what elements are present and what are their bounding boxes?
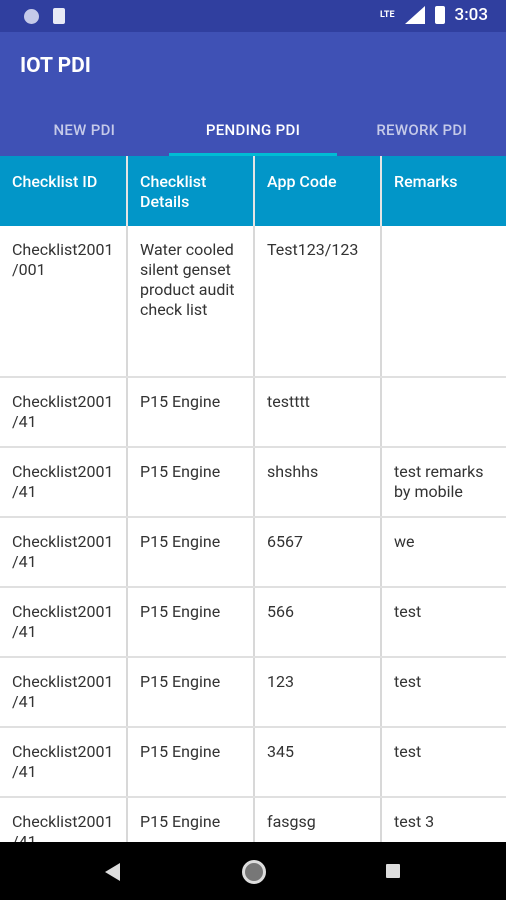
sd-card-icon — [53, 8, 65, 24]
table-row[interactable]: Checklist2001/41 P15 Engine testttt — [0, 377, 506, 448]
cell-checklist-id: Checklist2001/41 — [0, 587, 128, 658]
header-remarks: Remarks — [381, 156, 506, 226]
cell-remarks — [381, 226, 506, 378]
cell-checklist-id: Checklist2001/41 — [0, 447, 128, 518]
app-title: IOT PDI — [20, 54, 91, 78]
home-icon[interactable] — [242, 860, 266, 884]
header-checklist-details: Checklist Details — [127, 156, 255, 226]
table-row[interactable]: Checklist2001/001 Water cooled silent ge… — [0, 226, 506, 378]
cell-remarks: test 3 — [381, 797, 506, 842]
cell-app-code: testttt — [254, 377, 382, 448]
cell-checklist-details: Water cooled silent genset product audit… — [127, 226, 255, 378]
status-bar: LTE 3:03 — [0, 0, 506, 32]
cell-app-code: shshhs — [254, 447, 382, 518]
pdi-table: Checklist ID Checklist Details App Code … — [0, 156, 506, 842]
cell-remarks: test remarks by mobile — [381, 447, 506, 518]
notification-circle-icon — [24, 8, 39, 24]
recent-apps-icon[interactable] — [386, 864, 400, 878]
cell-remarks — [381, 377, 506, 448]
table-row[interactable]: Checklist2001/41 P15 Engine shshhs test … — [0, 447, 506, 518]
table-row[interactable]: Checklist2001/41 P15 Engine 566 test — [0, 587, 506, 658]
table-header-row: Checklist ID Checklist Details App Code … — [0, 156, 506, 226]
cell-remarks: test — [381, 727, 506, 798]
cell-checklist-id: Checklist2001/41 — [0, 657, 128, 728]
tab-pending-pdi[interactable]: PENDING PDI — [168, 104, 338, 156]
signal-icon — [404, 6, 425, 24]
header-checklist-id: Checklist ID — [0, 156, 128, 226]
cell-checklist-details: P15 Engine — [127, 587, 255, 658]
cell-checklist-details: P15 Engine — [127, 797, 255, 842]
clock: 3:03 — [454, 5, 488, 25]
battery-icon — [434, 6, 445, 24]
cell-app-code: fasgsg — [254, 797, 382, 842]
cell-checklist-details: P15 Engine — [127, 657, 255, 728]
cell-checklist-details: P15 Engine — [127, 727, 255, 798]
cell-checklist-details: P15 Engine — [127, 377, 255, 448]
cell-checklist-id: Checklist2001/41 — [0, 517, 128, 588]
cell-remarks: test — [381, 587, 506, 658]
navigation-bar — [0, 842, 506, 900]
cell-checklist-id: Checklist2001/41 — [0, 377, 128, 448]
cell-app-code: 6567 — [254, 517, 382, 588]
back-icon[interactable] — [105, 863, 120, 881]
cell-remarks: test — [381, 657, 506, 728]
app-bar: IOT PDI NEW PDI PENDING PDI REWORK PDI — [0, 32, 506, 156]
pdi-table-container[interactable]: Checklist ID Checklist Details App Code … — [0, 156, 506, 842]
tab-rework-pdi[interactable]: REWORK PDI — [337, 104, 506, 156]
cell-checklist-details: P15 Engine — [127, 517, 255, 588]
cell-checklist-id: Checklist2001/41 — [0, 797, 128, 842]
table-row[interactable]: Checklist2001/41 P15 Engine 123 test — [0, 657, 506, 728]
cell-app-code: 566 — [254, 587, 382, 658]
cell-checklist-id: Checklist2001/41 — [0, 727, 128, 798]
cell-checklist-id: Checklist2001/001 — [0, 226, 128, 378]
table-row[interactable]: Checklist2001/41 P15 Engine fasgsg test … — [0, 797, 506, 842]
header-app-code: App Code — [254, 156, 382, 226]
lte-label: LTE — [380, 10, 395, 20]
tab-bar: NEW PDI PENDING PDI REWORK PDI — [0, 104, 506, 156]
table-row[interactable]: Checklist2001/41 P15 Engine 345 test — [0, 727, 506, 798]
cell-app-code: Test123/123 — [254, 226, 382, 378]
table-row[interactable]: Checklist2001/41 P15 Engine 6567 we — [0, 517, 506, 588]
cell-app-code: 123 — [254, 657, 382, 728]
tab-new-pdi[interactable]: NEW PDI — [0, 104, 169, 156]
cell-remarks: we — [381, 517, 506, 588]
cell-checklist-details: P15 Engine — [127, 447, 255, 518]
cell-app-code: 345 — [254, 727, 382, 798]
